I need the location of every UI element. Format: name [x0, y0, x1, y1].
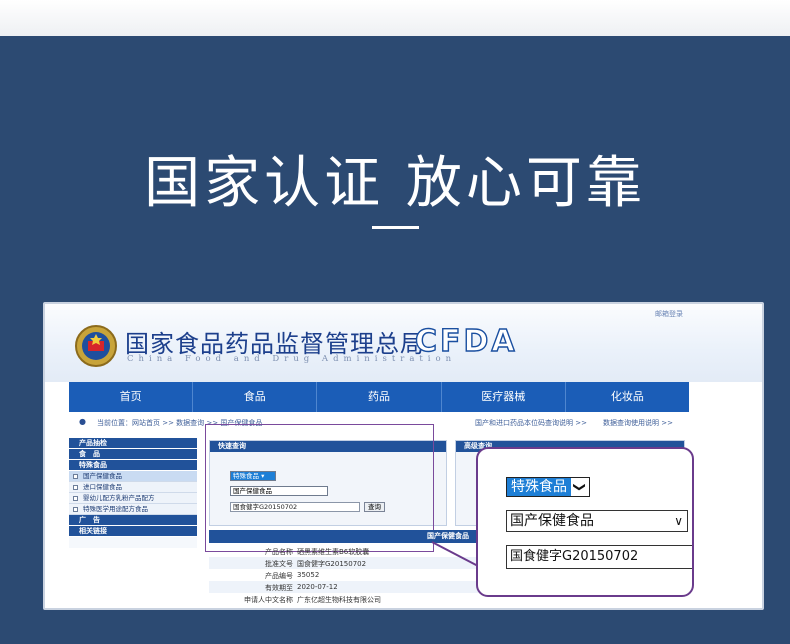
nav-food[interactable]: 食品 [193, 382, 318, 412]
result-key: 有效期至 [265, 584, 293, 592]
sidebar-item-domestic-health-food[interactable]: 国产保健食品 [69, 471, 197, 482]
code-query-help-link[interactable]: 国产和进口药品本位码查询说明 >> [475, 418, 587, 428]
chevron-down-icon: ∨ [674, 514, 683, 528]
result-value: 35052 [297, 571, 320, 579]
sidebar-item-ads[interactable]: 广 告 [69, 515, 197, 526]
sidebar-spacer [69, 537, 197, 548]
sidebar-item-product-inspection[interactable]: 产品抽检 [69, 438, 197, 449]
result-key: 产品名称 [265, 548, 293, 556]
result-key: 申请人中文名称 [244, 596, 293, 604]
zoom-subcategory-select[interactable]: 国产保健食品 ∨ [506, 510, 688, 532]
zoom-category-select[interactable]: 特殊食品 ❯ [506, 477, 590, 497]
sidebar-item-label: 国产保健食品 [83, 472, 122, 480]
chevron-down-icon: ❯ [573, 481, 587, 493]
hero-underline [372, 226, 419, 229]
hero-title: 国家认证 放心可靠 [144, 151, 646, 216]
sidebar: 产品抽检 食 品 特殊食品 国产保健食品 进口保健食品 婴幼儿配方乳粉产品配方 … [69, 438, 197, 548]
nav-medical-devices[interactable]: 医疗器械 [441, 382, 566, 412]
result-value: 国食健字G20150702 [297, 560, 367, 568]
nav-home[interactable]: 首页 [69, 382, 194, 412]
nav-drugs[interactable]: 药品 [317, 382, 442, 412]
cfda-logo: CFDA [414, 323, 518, 359]
sidebar-item-related-links[interactable]: 相关链接 [69, 526, 197, 537]
zoom-callout: 特殊食品 ❯ 国产保健食品 ∨ 国食健字G20150702 [476, 447, 694, 597]
sidebar-item-imported-health-food[interactable]: 进口保健食品 [69, 482, 197, 493]
expand-box-icon [73, 507, 78, 512]
sidebar-item-label: 特殊医学用途配方食品 [83, 505, 148, 513]
expand-box-icon [73, 474, 78, 479]
agency-name-en: China Food and Drug Administration [127, 354, 457, 364]
login-link[interactable]: 邮箱登录 [655, 309, 683, 319]
query-help-link[interactable]: 数据查询使用说明 >> [603, 418, 673, 428]
result-value: 广东亿超生物科技有限公司 [297, 596, 381, 604]
result-value: 硒黑素维生素B6软胶囊 [297, 548, 370, 556]
sidebar-item-special-medical-food[interactable]: 特殊医学用途配方食品 [69, 504, 197, 515]
sidebar-item-special-food[interactable]: 特殊食品 [69, 460, 197, 471]
sidebar-item-food[interactable]: 食 品 [69, 449, 197, 460]
expand-box-icon [73, 485, 78, 490]
site-banner: 国家食品药品监督管理总局 China Food and Drug Adminis… [45, 304, 762, 382]
location-pin-icon: ● [79, 417, 86, 426]
sidebar-item-label: 婴幼儿配方乳粉产品配方 [83, 494, 155, 502]
zoom-subcategory-value: 国产保健食品 [510, 513, 594, 529]
expand-box-icon [73, 496, 78, 501]
zoom-query-input[interactable]: 国食健字G20150702 [506, 545, 692, 569]
main-nav: 首页 食品 药品 医疗器械 化妆品 [69, 382, 690, 412]
result-key: 批准文号 [265, 560, 293, 568]
result-value: 2020-07-12 [297, 583, 338, 591]
emblem-icon [75, 325, 117, 367]
sidebar-item-label: 进口保健食品 [83, 483, 122, 491]
sidebar-item-infant-formula[interactable]: 婴幼儿配方乳粉产品配方 [69, 493, 197, 504]
top-strip [0, 0, 790, 36]
result-key: 产品编号 [265, 572, 293, 580]
nav-cosmetics[interactable]: 化妆品 [565, 382, 690, 412]
zoom-category-value: 特殊食品 [507, 478, 571, 496]
